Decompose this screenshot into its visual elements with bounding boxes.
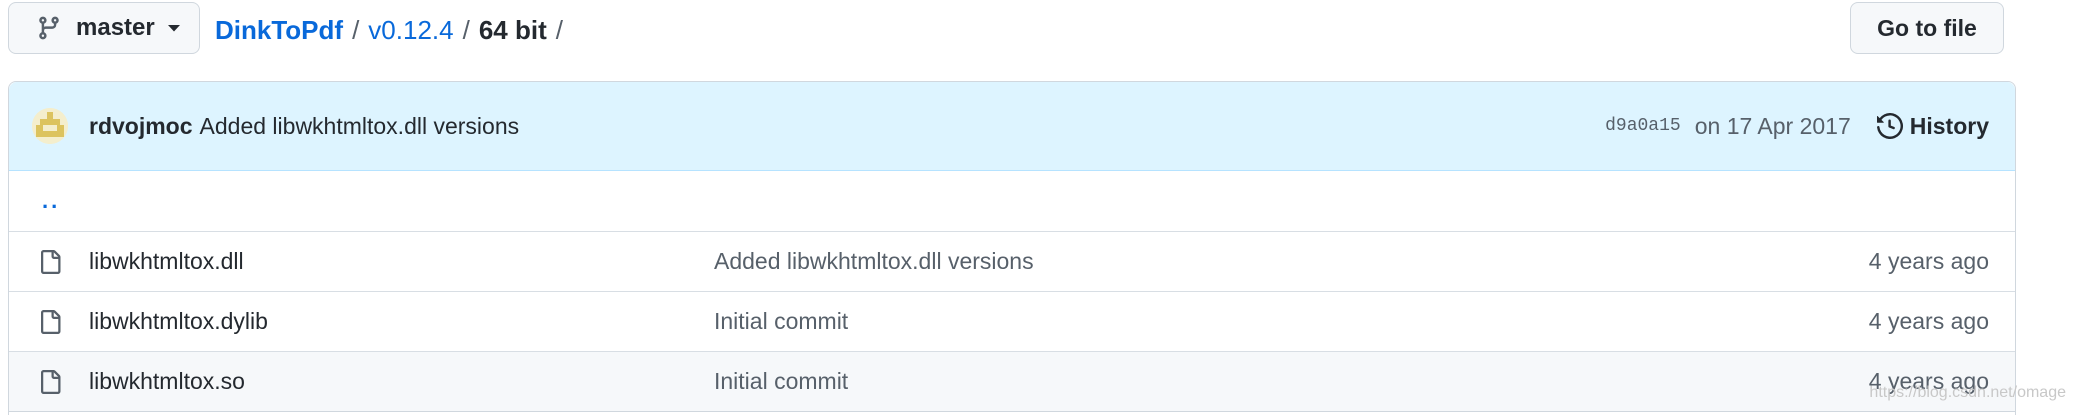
file-name-link[interactable]: libwkhtmltox.dylib <box>89 308 268 335</box>
chevron-down-icon <box>167 25 180 32</box>
breadcrumb-separator: / <box>555 14 563 45</box>
git-branch-icon <box>39 16 59 40</box>
go-to-file-button[interactable]: Go to file <box>1850 2 2004 54</box>
breadcrumb-separator: / <box>462 14 470 45</box>
file-commit-age: 4 years ago <box>1868 308 1989 334</box>
latest-commit-bar: rdvojmoc Added libwkhtmltox.dll versions… <box>9 82 2015 171</box>
history-label: History <box>1909 112 1989 139</box>
breadcrumb-current-dir: 64 bit <box>478 14 547 45</box>
branch-select-button[interactable]: master <box>8 2 200 54</box>
file-icon <box>41 249 61 274</box>
watermark: https://blog.csdn.net/omage <box>1869 384 2066 401</box>
parent-directory-link[interactable]: .. <box>42 188 60 214</box>
breadcrumb-separator: / <box>352 14 360 45</box>
commit-author-link[interactable]: rdvojmoc <box>89 113 193 140</box>
breadcrumb: DinkToPdf / v0.12.4 / 64 bit / <box>215 12 572 48</box>
parent-directory-row[interactable]: .. <box>9 171 2015 232</box>
latest-commit-summary: rdvojmoc Added libwkhtmltox.dll versions <box>89 82 519 170</box>
commit-message-link[interactable]: Added libwkhtmltox.dll versions <box>200 113 520 140</box>
file-commit-message-link[interactable]: Added libwkhtmltox.dll versions <box>714 248 1034 275</box>
history-icon <box>1876 113 1903 139</box>
file-browser-page: master DinkToPdf / v0.12.4 / 64 bit / Go… <box>0 0 2082 415</box>
file-commit-age: 4 years ago <box>1868 248 1989 274</box>
breadcrumb-repo-link[interactable]: DinkToPdf <box>215 15 343 46</box>
identicon-icon <box>32 108 68 144</box>
table-row: libwkhtmltox.dll Added libwkhtmltox.dll … <box>9 232 2015 292</box>
table-row: libwkhtmltox.dylib Initial commit 4 year… <box>9 292 2015 352</box>
avatar[interactable] <box>32 108 68 144</box>
file-icon <box>41 309 61 334</box>
file-icon <box>41 369 61 394</box>
commit-sha-link[interactable]: d9a0a15 <box>1605 116 1681 136</box>
file-commit-message-link[interactable]: Initial commit <box>714 308 848 335</box>
latest-commit-meta: d9a0a15 on 17 Apr 2017 History <box>1605 82 1989 170</box>
file-commit-message-link[interactable]: Initial commit <box>714 368 848 395</box>
commit-date: on 17 Apr 2017 <box>1694 112 1851 139</box>
file-list-box: rdvojmoc Added libwkhtmltox.dll versions… <box>8 81 2016 415</box>
file-name-link[interactable]: libwkhtmltox.so <box>89 368 245 395</box>
branch-name: master <box>76 14 155 41</box>
history-link[interactable]: History <box>1876 112 1989 140</box>
table-row: libwkhtmltox.so Initial commit 4 years a… <box>9 352 2015 412</box>
breadcrumb-version-link[interactable]: v0.12.4 <box>368 15 453 46</box>
file-name-link[interactable]: libwkhtmltox.dll <box>89 248 244 275</box>
